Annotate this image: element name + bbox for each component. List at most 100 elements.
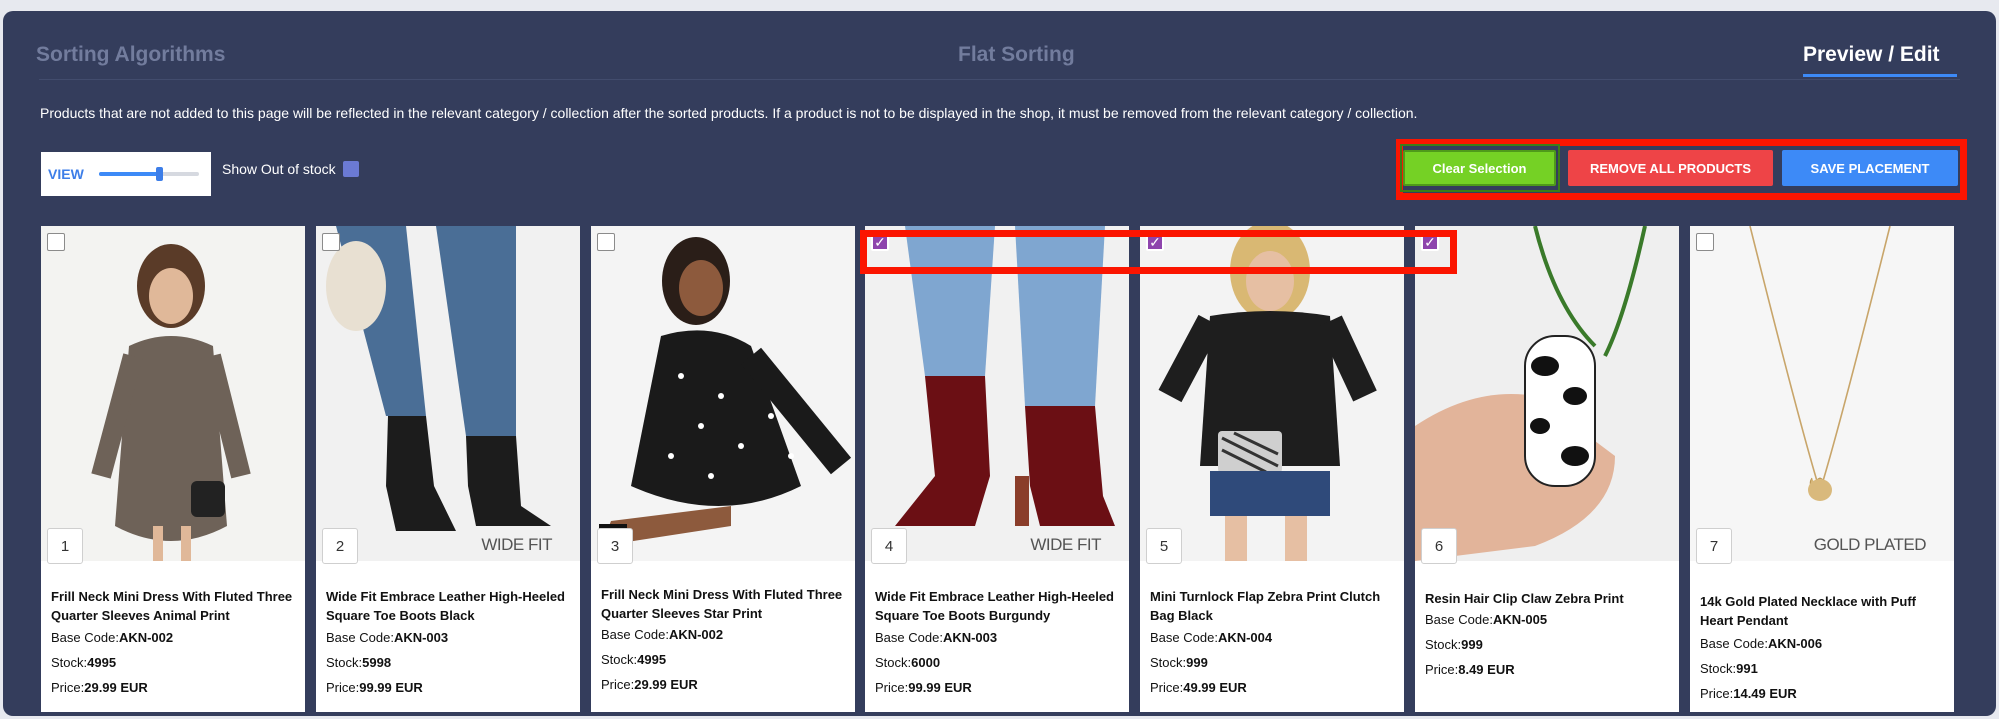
product-card[interactable]: 1 Frill Neck Mini Dress With Fluted Thre… — [41, 226, 305, 712]
price-label: Price: — [1425, 662, 1459, 677]
base-code-label: Base Code: — [1425, 612, 1493, 627]
slider-fill — [99, 172, 159, 176]
stock-label: Stock: — [326, 655, 363, 670]
show-out-of-stock-label: Show Out of stock — [222, 161, 336, 177]
product-price: Price:8.49 EUR — [1425, 662, 1515, 677]
price-value: 29.99 EUR — [84, 680, 148, 695]
product-image — [1415, 226, 1679, 561]
product-stock: Stock:4995 — [51, 655, 116, 670]
product-base-code: Base Code:AKN-006 — [1700, 636, 1822, 651]
tab-sorting-algorithms[interactable]: Sorting Algorithms — [36, 43, 225, 67]
price-label: Price: — [326, 680, 360, 695]
stock-label: Stock: — [1150, 655, 1187, 670]
stock-value: 999 — [1461, 637, 1483, 652]
base-code-label: Base Code: — [51, 630, 119, 645]
product-image — [1140, 226, 1404, 561]
product-badge: WIDE FIT — [1030, 535, 1101, 554]
base-code-label: Base Code: — [1150, 630, 1218, 645]
stock-value: 4995 — [87, 655, 117, 670]
stock-label: Stock: — [601, 652, 638, 667]
stock-label: Stock: — [1425, 637, 1462, 652]
save-placement-button[interactable]: SAVE PLACEMENT — [1782, 150, 1958, 186]
product-base-code: Base Code:AKN-004 — [1150, 630, 1272, 645]
product-position: 3 — [597, 528, 633, 564]
view-size-control: VIEW — [41, 152, 211, 196]
tab-bar: Sorting Algorithms Flat Sorting Preview … — [3, 11, 1996, 81]
product-card[interactable]: WIDE FIT 2 Wide Fit Embrace Leather High… — [316, 226, 580, 712]
view-slider[interactable] — [99, 167, 199, 181]
stock-value: 4995 — [637, 652, 667, 667]
product-card[interactable]: ✓ 5 Mini Turnlock Flap Zebra Print Clutc… — [1140, 226, 1404, 712]
product-card[interactable]: ✓ 6 Resin Hair Clip Claw Zebra Print Bas… — [1415, 226, 1679, 712]
stock-label: Stock: — [1700, 661, 1737, 676]
product-select-checkbox[interactable] — [597, 233, 615, 251]
divider — [39, 79, 1960, 80]
product-select-checkbox[interactable] — [322, 233, 340, 251]
view-label: VIEW — [48, 166, 84, 182]
tab-flat-sorting[interactable]: Flat Sorting — [958, 43, 1075, 67]
base-code-value: AKN-006 — [1767, 636, 1823, 651]
product-image: WIDE FIT — [316, 226, 580, 561]
product-base-code: Base Code:AKN-003 — [875, 630, 997, 645]
product-title: Wide Fit Embrace Leather High-Heeled Squ… — [875, 589, 1114, 623]
product-base-code: Base Code:AKN-003 — [326, 630, 448, 645]
price-value: 99.99 EUR — [359, 680, 423, 695]
base-code-label: Base Code: — [875, 630, 943, 645]
product-card[interactable]: 3 Frill Neck Mini Dress With Fluted Thre… — [591, 226, 855, 712]
sorting-panel: Sorting Algorithms Flat Sorting Preview … — [3, 11, 1996, 716]
show-out-of-stock-checkbox[interactable] — [343, 161, 359, 177]
product-position: 1 — [47, 528, 83, 564]
stock-value: 5998 — [362, 655, 392, 670]
product-title: Wide Fit Embrace Leather High-Heeled Squ… — [326, 589, 565, 623]
price-label: Price: — [1700, 686, 1734, 701]
product-title: Frill Neck Mini Dress With Fluted Three … — [601, 587, 843, 621]
base-code-value: AKN-002 — [668, 627, 724, 642]
price-label: Price: — [1150, 680, 1184, 695]
stock-value: 991 — [1736, 661, 1758, 676]
product-stock: Stock:5998 — [326, 655, 391, 670]
base-code-value: AKN-003 — [942, 630, 998, 645]
product-position: 7 — [1696, 528, 1732, 564]
stock-value: 999 — [1186, 655, 1208, 670]
slider-handle[interactable] — [156, 167, 163, 181]
price-label: Price: — [875, 680, 909, 695]
active-tab-indicator — [1803, 74, 1957, 77]
product-badge: WIDE FIT — [481, 535, 552, 554]
base-code-value: AKN-004 — [1217, 630, 1273, 645]
price-value: 29.99 EUR — [634, 677, 698, 692]
product-price: Price:14.49 EUR — [1700, 686, 1797, 701]
product-title: Mini Turnlock Flap Zebra Print Clutch Ba… — [1150, 589, 1381, 623]
stock-label: Stock: — [875, 655, 912, 670]
product-title: 14k Gold Plated Necklace with Puff Heart… — [1700, 594, 1917, 628]
tab-preview-edit[interactable]: Preview / Edit — [1803, 43, 1940, 67]
price-label: Price: — [51, 680, 85, 695]
product-stock: Stock:6000 — [875, 655, 940, 670]
product-stock: Stock:999 — [1150, 655, 1208, 670]
product-base-code: Base Code:AKN-005 — [1425, 612, 1547, 627]
product-card[interactable]: GOLD PLATED 7 14k Gold Plated Necklace w… — [1690, 226, 1954, 712]
product-image: WIDE FIT — [865, 226, 1129, 561]
stock-value: 6000 — [911, 655, 941, 670]
product-select-checkbox[interactable] — [47, 233, 65, 251]
price-label: Price: — [601, 677, 635, 692]
remove-all-products-button[interactable]: REMOVE ALL PRODUCTS — [1568, 150, 1773, 186]
product-image — [591, 226, 855, 561]
selection-highlight — [860, 230, 1457, 274]
product-image: GOLD PLATED — [1690, 226, 1954, 561]
product-title: Resin Hair Clip Claw Zebra Print — [1425, 591, 1624, 606]
product-select-checkbox[interactable] — [1696, 233, 1714, 251]
product-base-code: Base Code:AKN-002 — [601, 627, 723, 642]
product-title: Frill Neck Mini Dress With Fluted Three … — [51, 589, 293, 623]
product-stock: Stock:999 — [1425, 637, 1483, 652]
product-image — [41, 226, 305, 561]
clear-selection-button[interactable]: Clear Selection — [1403, 150, 1556, 186]
base-code-label: Base Code: — [601, 627, 669, 642]
product-position: 4 — [871, 528, 907, 564]
product-price: Price:49.99 EUR — [1150, 680, 1247, 695]
base-code-value: AKN-002 — [118, 630, 174, 645]
product-position: 5 — [1146, 528, 1182, 564]
product-price: Price:99.99 EUR — [875, 680, 972, 695]
product-stock: Stock:991 — [1700, 661, 1758, 676]
base-code-value: AKN-003 — [393, 630, 449, 645]
product-card[interactable]: WIDE FIT ✓ 4 Wide Fit Embrace Leather Hi… — [865, 226, 1129, 712]
